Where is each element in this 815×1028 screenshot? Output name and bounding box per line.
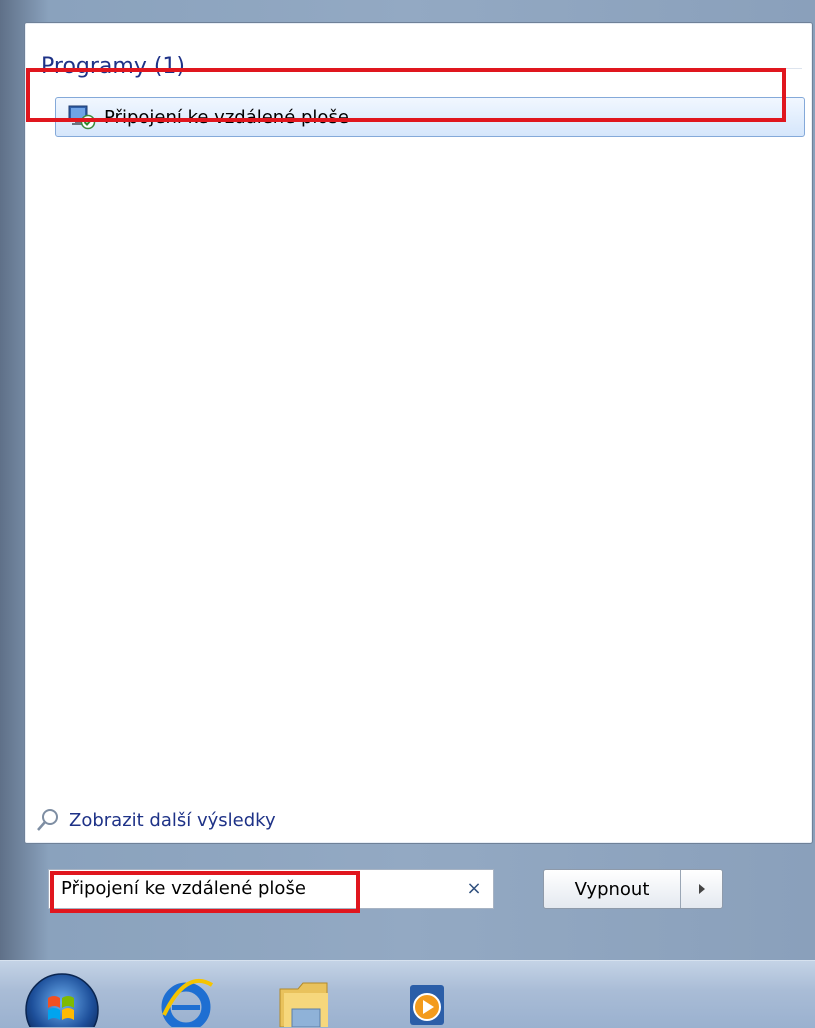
clear-search-icon[interactable]: × [462,870,486,908]
programs-section-title: Programy (1) [41,53,185,79]
search-input-value: Připojení ke vzdálené ploše [61,878,306,899]
remote-desktop-icon [68,105,96,130]
result-label: Připojení ke vzdálené ploše [104,106,349,128]
internet-explorer-icon[interactable] [156,975,216,1027]
search-input[interactable]: Připojení ke vzdálené ploše [48,869,494,909]
chevron-right-icon [698,884,705,894]
search-result-remote-desktop[interactable]: Připojení ke vzdálené ploše [55,97,805,137]
programs-section-header: Programy (1) [41,51,802,81]
media-player-icon[interactable] [400,975,460,1027]
start-menu-panel: Programy (1) Připojení ke vzdálené ploše… [24,22,813,844]
folder-icon[interactable] [276,975,336,1027]
section-divider [195,67,802,69]
windows-orb-icon[interactable] [14,968,110,1027]
shutdown-button-group: Vypnout [543,869,723,909]
shutdown-options-button[interactable] [681,870,722,908]
magnifier-icon [37,809,58,831]
more-results-link[interactable]: Zobrazit další výsledky [35,805,276,835]
shutdown-button[interactable]: Vypnout [544,870,681,908]
more-results-label: Zobrazit další výsledky [69,809,276,831]
